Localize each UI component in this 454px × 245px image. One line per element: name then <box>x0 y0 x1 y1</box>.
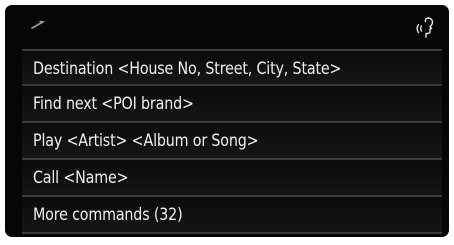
command-more-commands[interactable]: More commands (32) <box>22 197 442 234</box>
voice-command-screen: Destination <House No, Street, City, Sta… <box>5 5 449 237</box>
command-label: Call <Name> <box>33 168 129 188</box>
command-find-next[interactable]: Find next <POI brand> <box>22 86 442 123</box>
voice-command-list: Destination <House No, Street, City, Sta… <box>22 49 442 234</box>
status-bar <box>5 5 449 47</box>
command-destination[interactable]: Destination <House No, Street, City, Sta… <box>22 49 442 86</box>
voice-recognition-icon[interactable] <box>415 15 437 39</box>
command-label: Find next <POI brand> <box>33 94 194 114</box>
command-label: Play <Artist> <Album or Song> <box>33 131 259 151</box>
command-play[interactable]: Play <Artist> <Album or Song> <box>22 123 442 160</box>
command-label: More commands (32) <box>33 205 183 225</box>
command-call[interactable]: Call <Name> <box>22 160 442 197</box>
command-label: Destination <House No, Street, City, Sta… <box>33 59 342 79</box>
signal-strength-icon <box>31 15 45 29</box>
